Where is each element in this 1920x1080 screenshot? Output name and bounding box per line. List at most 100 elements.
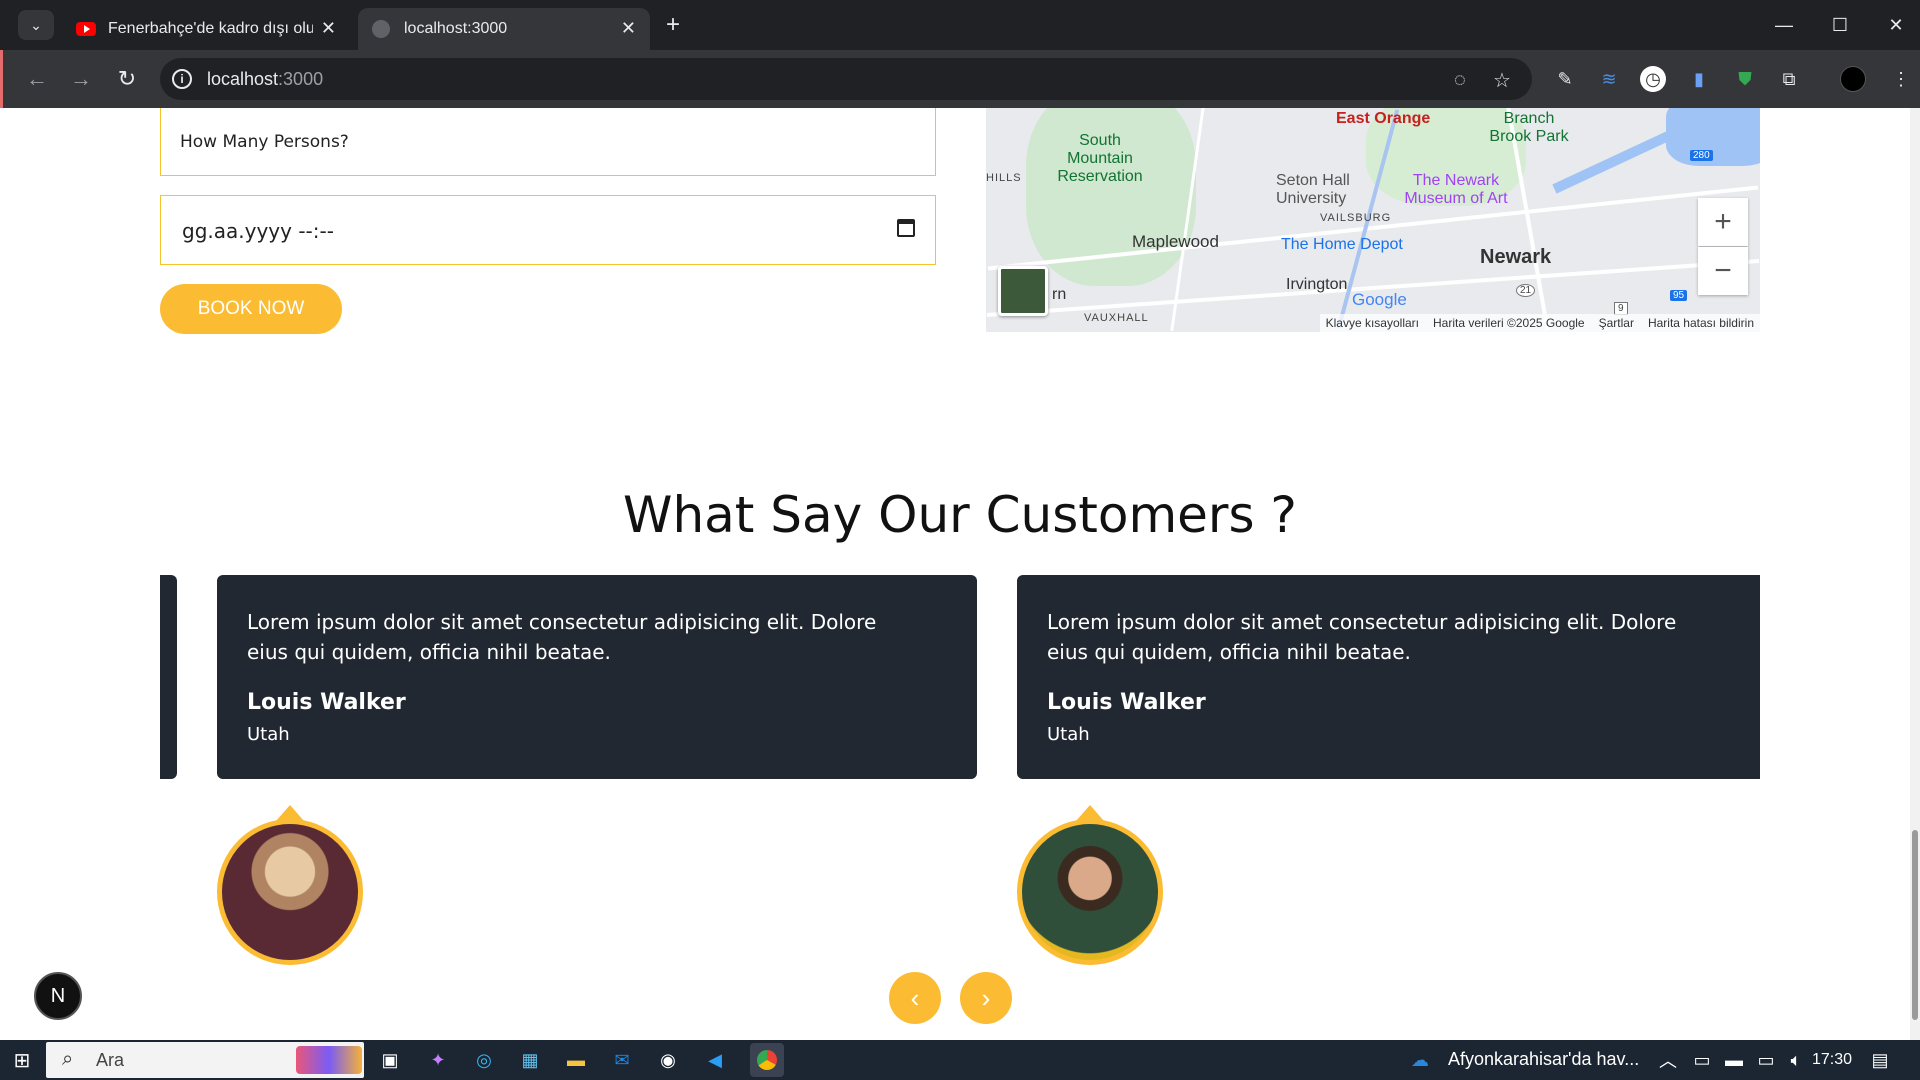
docs-extension-icon[interactable]: ▮ bbox=[1686, 66, 1712, 92]
terms-link[interactable]: Şartlar bbox=[1599, 316, 1634, 330]
close-tab-icon[interactable]: ✕ bbox=[621, 18, 636, 39]
zoom-out-button[interactable]: − bbox=[1698, 247, 1748, 295]
calendar-icon[interactable] bbox=[897, 219, 915, 237]
tray-device-icon[interactable]: ▭ bbox=[1690, 1048, 1714, 1072]
tab-youtube[interactable]: Fenerbahçe'de kadro dışı olur m ✕ bbox=[62, 8, 350, 50]
volume-icon[interactable]: 🔈︎ bbox=[1784, 1048, 1808, 1072]
map-label: VAILSBURG bbox=[1320, 212, 1392, 224]
testimonial-quote: Lorem ipsum dolor sit amet consectetur a… bbox=[247, 610, 877, 664]
map-label: HILLS bbox=[986, 172, 1022, 184]
google-map[interactable]: East Orange Branch Brook Park South Moun… bbox=[986, 108, 1760, 332]
testimonial-card: Lorem ipsum dolor sit amet consectetur a… bbox=[1017, 575, 1760, 779]
eyedropper-extension-icon[interactable]: ✎ bbox=[1552, 66, 1578, 92]
notifications-icon[interactable]: ▤ bbox=[1868, 1048, 1892, 1072]
satellite-toggle[interactable] bbox=[998, 266, 1048, 316]
map-attribution: Klavye kısayolları Harita verileri ©2025… bbox=[1319, 314, 1760, 332]
windows-start-icon[interactable]: ⊞ bbox=[10, 1048, 34, 1072]
taskbar-search[interactable]: ⌕ Ara bbox=[46, 1042, 364, 1078]
close-tab-icon[interactable]: ✕ bbox=[321, 18, 336, 39]
persons-input[interactable]: How Many Persons? bbox=[160, 108, 936, 176]
google-logo: Google bbox=[1352, 290, 1407, 309]
keyboard-shortcuts-link[interactable]: Klavye kısayolları bbox=[1326, 316, 1419, 330]
scrollbar-thumb[interactable] bbox=[1912, 830, 1918, 1020]
tray-chevron-icon[interactable]: ︿ bbox=[1656, 1048, 1680, 1072]
map-label: Branch Brook Park bbox=[1489, 110, 1569, 145]
copilot-icon[interactable]: ✦ bbox=[426, 1048, 450, 1072]
site-info-icon[interactable]: i bbox=[172, 69, 192, 89]
testimonial-name: Louis Walker bbox=[247, 690, 406, 715]
maximize-button[interactable]: ☐ bbox=[1812, 0, 1868, 50]
tab-search-button[interactable]: ⌄ bbox=[18, 10, 54, 40]
report-error-link[interactable]: Harita hatası bildirin bbox=[1648, 316, 1754, 330]
forward-button[interactable]: → bbox=[66, 64, 96, 94]
back-button[interactable]: ← bbox=[22, 64, 52, 94]
url-port: :3000 bbox=[278, 69, 324, 89]
map-label: Irvington bbox=[1286, 276, 1348, 293]
testimonial-card-partial bbox=[160, 575, 177, 779]
road-shield: 280 bbox=[1690, 150, 1713, 161]
carousel-next-button[interactable]: › bbox=[960, 972, 1012, 1024]
obs-icon[interactable]: ◉ bbox=[656, 1048, 680, 1072]
shield-extension-icon[interactable]: ⛊ bbox=[1732, 66, 1758, 92]
url-host: localhost bbox=[207, 69, 279, 89]
road-shield: 21 bbox=[1516, 284, 1536, 297]
datetime-input[interactable]: gg.aa.yyyy --:-- bbox=[160, 195, 936, 265]
search-icon: ⌕ bbox=[62, 1048, 74, 1070]
map-label: Maplewood bbox=[1132, 232, 1219, 251]
search-highlight-image bbox=[296, 1046, 362, 1074]
avatar bbox=[217, 819, 363, 965]
window-edge bbox=[0, 50, 3, 108]
eye-off-icon[interactable]: ◌ bbox=[1448, 68, 1472, 92]
testimonial-quote: Lorem ipsum dolor sit amet consectetur a… bbox=[1047, 610, 1677, 664]
tab-localhost[interactable]: localhost:3000 ✕ bbox=[358, 8, 650, 50]
edge-icon[interactable]: ◎ bbox=[472, 1048, 496, 1072]
clock[interactable]: 17:30 bbox=[1812, 1051, 1852, 1069]
network-icon[interactable]: ▭ bbox=[1754, 1048, 1778, 1072]
browser-toolbar: ← → ↻ i localhost:3000 ◌ ☆ ✎ ≋ ◷ ▮ ⛊ ⧉ ⋮ bbox=[0, 50, 1920, 108]
book-now-button[interactable]: BOOK NOW bbox=[160, 284, 342, 334]
battery-icon[interactable]: ▬ bbox=[1722, 1048, 1746, 1072]
task-view-icon[interactable]: ▣ bbox=[378, 1048, 402, 1072]
tab-title: localhost:3000 bbox=[404, 20, 508, 37]
nextjs-devtools-badge[interactable]: N bbox=[34, 972, 82, 1020]
testimonials-heading: What Say Our Customers ? bbox=[623, 486, 1297, 544]
datetime-placeholder: gg.aa.yyyy --:-- bbox=[182, 219, 334, 243]
chrome-icon[interactable] bbox=[750, 1043, 784, 1077]
map-label: Newark bbox=[1480, 246, 1552, 268]
reload-button[interactable]: ↻ bbox=[112, 64, 142, 94]
wave-extension-icon[interactable]: ≋ bbox=[1596, 66, 1622, 92]
avatar bbox=[1017, 819, 1163, 965]
tab-strip: ⌄ Fenerbahçe'de kadro dışı olur m ✕ loca… bbox=[0, 0, 1920, 50]
minimize-button[interactable]: — bbox=[1756, 0, 1812, 50]
carousel-prev-button[interactable]: ‹ bbox=[889, 972, 941, 1024]
bookmark-star-icon[interactable]: ☆ bbox=[1490, 68, 1514, 92]
zoom-in-button[interactable]: + bbox=[1698, 198, 1748, 246]
more-menu-icon[interactable]: ⋮ bbox=[1888, 66, 1914, 92]
address-bar[interactable]: i localhost:3000 ◌ ☆ bbox=[160, 58, 1532, 100]
vscode-icon[interactable]: ◀ bbox=[703, 1048, 727, 1072]
timer-extension-icon[interactable]: ◷ bbox=[1640, 66, 1666, 92]
page-content: How Many Persons? gg.aa.yyyy --:-- BOOK … bbox=[10, 108, 1910, 1040]
weather-text[interactable]: Afyonkarahisar'da hav... bbox=[1448, 1049, 1639, 1070]
map-label: The Newark Museum of Art bbox=[1404, 172, 1508, 207]
outlook-icon[interactable]: ✉ bbox=[610, 1048, 634, 1072]
map-label: Seton Hall University bbox=[1276, 172, 1350, 207]
persons-placeholder: How Many Persons? bbox=[180, 132, 349, 152]
new-tab-button[interactable]: + bbox=[658, 10, 688, 40]
map-label: rn bbox=[1052, 286, 1067, 303]
testimonial-name: Louis Walker bbox=[1047, 690, 1206, 715]
road-shield: 95 bbox=[1670, 290, 1688, 301]
tab-title: Fenerbahçe'de kadro dışı olur m bbox=[108, 20, 313, 37]
extensions-puzzle-icon[interactable]: ⧉ bbox=[1776, 66, 1802, 92]
map-data-text: Harita verileri ©2025 Google bbox=[1433, 316, 1585, 330]
store-icon[interactable]: ▦ bbox=[518, 1048, 542, 1072]
profile-avatar[interactable] bbox=[1840, 66, 1866, 92]
chrome-logo bbox=[757, 1050, 777, 1070]
map-label: VAUXHALL bbox=[1084, 312, 1149, 324]
search-label: Ara bbox=[96, 1050, 125, 1070]
testimonial-city: Utah bbox=[1047, 724, 1090, 745]
url-text: localhost:3000 bbox=[207, 69, 323, 90]
file-explorer-icon[interactable]: ▬ bbox=[564, 1048, 588, 1072]
close-window-button[interactable]: ✕ bbox=[1868, 0, 1920, 50]
weather-icon[interactable]: ☁ bbox=[1408, 1048, 1432, 1072]
